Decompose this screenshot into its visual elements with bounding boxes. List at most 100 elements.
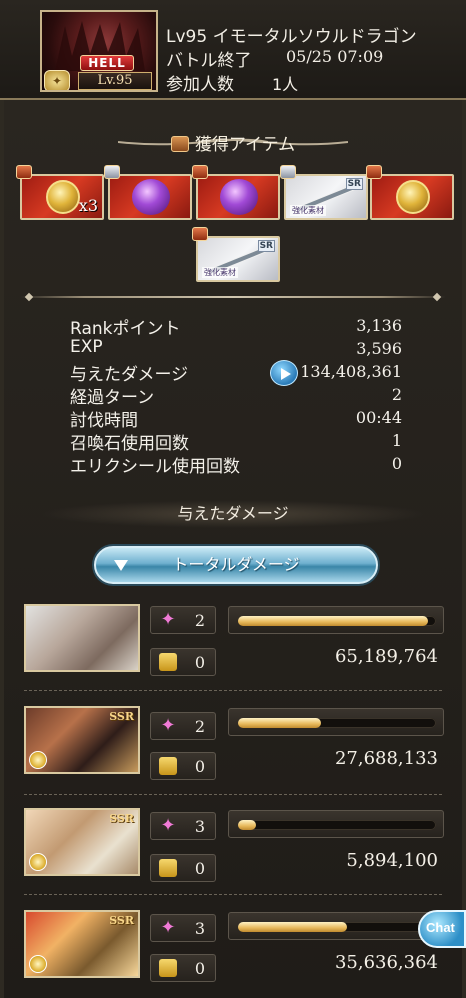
exp-value: 3,596 [356,339,402,358]
loot-item-weapon[interactable]: SR 強化素材 [284,174,368,220]
sparkle-icon: ✦ [160,815,176,836]
skill-count: 2 [194,717,205,736]
total-damage-toggle[interactable]: トータルダメージ [94,546,378,584]
row-divider [24,690,442,691]
battle-end-value: 05/25 07:09 [286,47,384,66]
ca-count-box: 0 [150,854,216,882]
total-damage-label: トータルダメージ [172,555,300,574]
ca-count-box: 0 [150,752,216,780]
ca-count-box: 0 [150,648,216,676]
damage-bar-fill [238,616,429,626]
character-damage-row: ✦ 2 0 65,189,764 [24,604,446,692]
character-portrait[interactable]: SSR [24,910,140,978]
red-chest-icon [366,165,382,179]
loot-item-coin[interactable]: x3 [20,174,104,220]
sparkle-icon: ✦ [160,917,176,938]
chest-icon [170,136,189,152]
skill-count: 3 [194,919,205,938]
loot-item-weapon[interactable]: SR 強化素材 [196,236,280,282]
loot-item-coin[interactable] [370,174,454,220]
character-portrait[interactable] [24,604,140,672]
character-damage-row: SSR ✦ 2 0 27,688,133 [24,706,446,794]
chat-button[interactable]: Chat [418,910,466,948]
skill-count-box: ✦ 2 [150,606,216,634]
turns-label: 経過ターン [70,388,155,408]
damage-section-title: 与えたダメージ [177,504,289,523]
battle-time-label: 討伐時間 [70,411,138,431]
loot-item-orb[interactable] [196,174,280,220]
row-divider [24,894,442,895]
charge-attack-icon [159,653,177,671]
battle-time-value: 00:44 [355,408,402,427]
gold-coin-icon [46,180,80,214]
rarity-badge: SR [345,178,363,190]
damage-bar-fill [238,718,322,728]
ca-count: 0 [194,653,205,672]
loot-item-orb[interactable] [108,174,192,220]
red-chest-icon [192,227,208,241]
damage-dealt-label: 与えたダメージ [70,365,189,385]
turns-value: 2 [391,385,402,404]
exp-label: EXP [70,337,103,357]
boss-thumbnail[interactable]: HELL Lv.95 ✦ [40,10,158,92]
damage-detail-play-button[interactable] [270,360,298,386]
section-divider [20,292,446,302]
silver-chest-icon [104,165,120,179]
row-divider [24,794,442,795]
elixir-uses-label: エリクシール使用回数 [70,457,240,477]
participants-row: 参加人数 1人 [166,70,298,95]
chat-label: Chat [426,920,455,935]
light-element-icon [29,955,47,973]
character-portrait[interactable]: SSR [24,808,140,876]
ssr-badge: SSR [109,812,134,825]
participants-label: 参加人数 [166,75,234,95]
skill-count: 2 [194,611,205,630]
damage-value: 65,189,764 [334,646,438,667]
summon-uses-value: 1 [391,431,402,450]
battle-end-label: バトル終了 [166,51,252,71]
damage-bar [228,912,444,940]
damage-bar-fill [238,922,347,932]
damage-bar [228,708,444,736]
item-count: x3 [78,196,98,215]
participants-value: 1人 [272,75,299,94]
sparkle-icon: ✦ [160,609,176,630]
ca-count: 0 [194,859,205,878]
damage-bar [228,606,444,634]
red-chest-icon [16,165,32,179]
purple-orb-icon [132,179,170,215]
purple-orb-icon [220,179,258,215]
damage-dealt-value: 134,408,361 [300,362,402,381]
rank-points-value: 3,136 [356,316,402,335]
light-element-icon [29,751,47,769]
ca-count-box: 0 [150,954,216,982]
damage-value: 27,688,133 [334,748,438,769]
red-chest-icon [192,165,208,179]
ca-count: 0 [194,959,205,978]
item-tag: 強化素材 [290,205,326,216]
ca-count: 0 [194,757,205,776]
skill-count: 3 [194,817,205,836]
boss-level-badge: Lv.95 [78,72,152,90]
gold-coin-icon [396,180,430,214]
damage-value: 35,636,364 [334,952,438,973]
elixir-uses-value: 0 [391,454,402,473]
charge-attack-icon [159,959,177,977]
difficulty-badge: HELL [80,55,134,71]
character-portrait[interactable]: SSR [24,706,140,774]
silver-chest-icon [280,165,296,179]
battle-result-header: HELL Lv.95 ✦ Lv95 イモータルソウルドラゴン バトル終了 05/… [0,0,466,100]
summon-uses-label: 召喚石使用回数 [70,434,189,454]
skill-count-box: ✦ 3 [150,812,216,840]
charge-attack-icon [159,757,177,775]
damage-section-header: 与えたダメージ [40,500,426,528]
light-element-icon [29,853,47,871]
charge-attack-icon [159,859,177,877]
damage-value: 5,894,100 [346,850,438,871]
boss-title: Lv95 イモータルソウルドラゴン [166,27,417,47]
sparkle-icon: ✦ [160,715,176,736]
skill-count-box: ✦ 3 [150,914,216,942]
item-tag: 強化素材 [202,267,238,278]
ssr-badge: SSR [109,710,134,723]
boss-type-icon: ✦ [44,70,70,90]
